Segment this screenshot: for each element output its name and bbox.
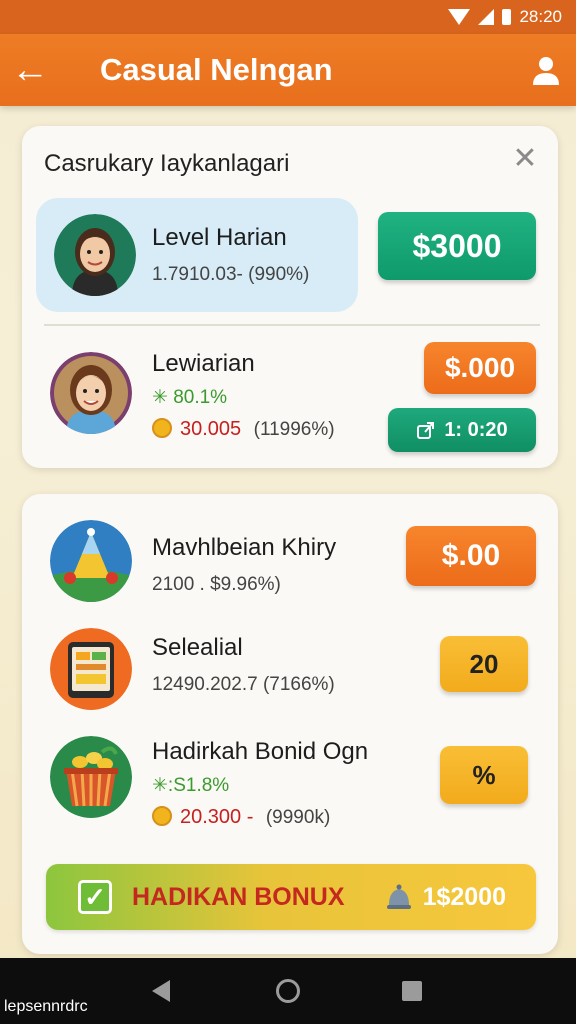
coin-icon: [152, 806, 172, 826]
nav-label: lepsennrdrc: [4, 998, 88, 1015]
party-hat-icon: [50, 520, 132, 602]
item-title: Selealial: [152, 634, 243, 661]
profile-button[interactable]: [516, 34, 576, 106]
signal-icon: [478, 9, 495, 25]
battery-icon: [502, 9, 512, 25]
nav-home-icon[interactable]: [276, 979, 300, 1003]
item-subtitle: 1.7910.03- (990%): [152, 264, 310, 285]
back-button[interactable]: ←: [0, 34, 60, 106]
app-bar: ← Casual Nelngan: [0, 34, 576, 106]
person-icon: [533, 57, 559, 85]
status-time: 28:20: [519, 7, 562, 26]
close-button[interactable]: ✕: [510, 144, 540, 174]
wifi-icon: [448, 9, 471, 25]
bonus-button[interactable]: ✓ HADIKAN BONUX 1$2000: [46, 864, 536, 930]
page-title: Casual Nelngan: [100, 52, 333, 87]
share-icon: [417, 422, 435, 439]
timer-label: 1: 0:20: [444, 418, 508, 441]
item-gray-value: (11996%): [253, 419, 335, 440]
nav-recent-icon[interactable]: [402, 981, 422, 1001]
item-green-stat: ✳ 80.1%: [152, 387, 228, 408]
avatar: [50, 352, 132, 434]
item-title: Mavhlbeian Khiry: [152, 534, 337, 561]
close-icon: ✕: [512, 142, 538, 175]
status-bar: 28:20: [0, 0, 576, 34]
item-coin-stat: 20.300 - (9990k): [152, 806, 330, 829]
divider: [44, 324, 540, 326]
item-title: Lewiarian: [152, 350, 255, 377]
timer-button[interactable]: 1: 0:20: [388, 408, 536, 452]
rewards-card: Mavhlbeian Khiry 2100 . $9.96%) $.00 Sel…: [22, 494, 558, 954]
item-gray-value: (9990k): [265, 807, 331, 828]
count-button[interactable]: 20: [440, 636, 528, 692]
item-subtitle: 2100 . $9.96%): [152, 574, 281, 595]
item-subtitle: 12490.202.7 (7166%): [152, 674, 335, 695]
item-green-stat: ✳:S1.8%: [152, 775, 230, 796]
coin-icon: [152, 418, 172, 438]
item-red-value: 30.005: [180, 418, 242, 440]
item-title: Level Harian: [152, 224, 287, 251]
system-nav-bar: lepsennrdrc: [0, 958, 576, 1024]
nav-back-icon[interactable]: [152, 980, 170, 1002]
card-title: Casrukary Iaykanlagari: [44, 150, 290, 177]
arrow-left-icon: ←: [11, 48, 49, 91]
gift-basket-icon: [50, 736, 132, 818]
item-red-value: 20.300 -: [180, 806, 254, 828]
price-button[interactable]: $.00: [406, 526, 536, 586]
claim-button[interactable]: $3000: [378, 212, 536, 280]
item-coin-stat: 30.005 (11996%): [152, 418, 335, 441]
checkmark-icon: ✓: [78, 880, 112, 914]
price-button[interactable]: $.000: [424, 342, 536, 394]
summary-card: Casrukary Iaykanlagari ✕ Level Harian 1.…: [22, 126, 558, 468]
tablet-icon: [50, 628, 132, 710]
avatar: [54, 214, 136, 296]
bell-icon: [386, 884, 411, 909]
item-title: Hadirkah Bonid Ogn: [152, 738, 369, 765]
percent-button[interactable]: %: [440, 746, 528, 804]
bonus-amount: 1$2000: [422, 882, 506, 911]
bonus-label: HADIKAN BONUX: [132, 882, 345, 911]
